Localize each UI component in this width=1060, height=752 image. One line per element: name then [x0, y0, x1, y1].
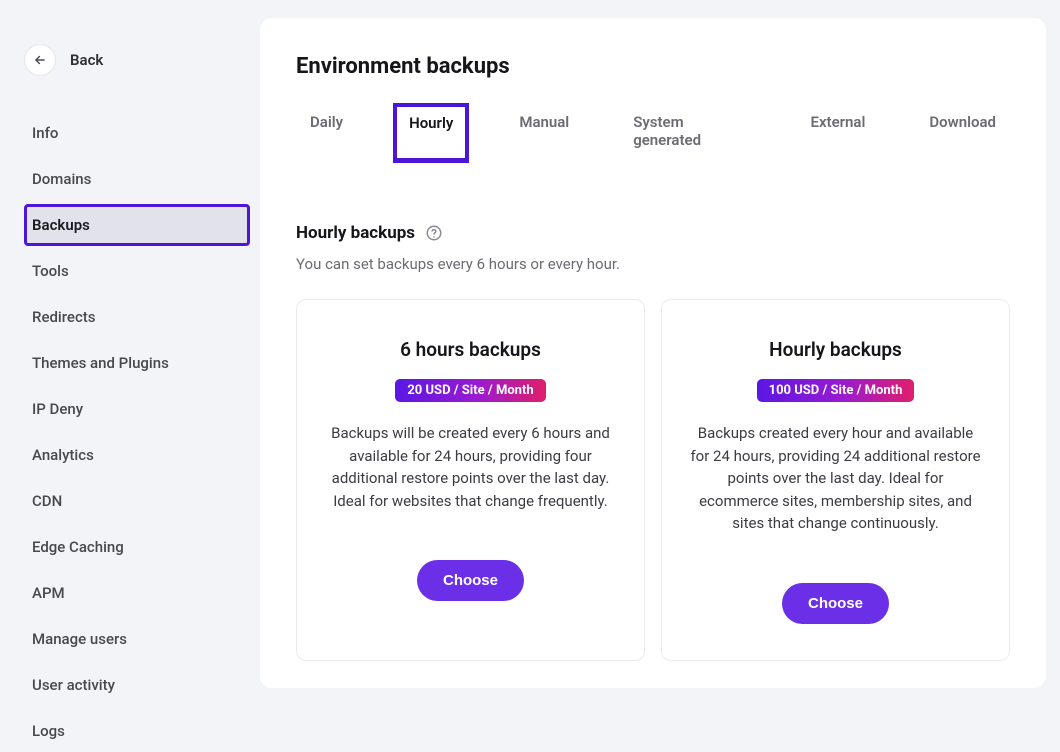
- sidebar-item-backups[interactable]: Backups: [24, 204, 250, 246]
- tab-label: Hourly: [409, 114, 453, 132]
- back-label: Back: [70, 51, 103, 69]
- choose-button[interactable]: Choose: [782, 583, 889, 624]
- sidebar-item-label: Analytics: [32, 446, 94, 464]
- sidebar-item-themes-plugins[interactable]: Themes and Plugins: [24, 342, 250, 384]
- tab-download[interactable]: Download: [915, 103, 1010, 163]
- tabs: Daily Hourly Manual System generated Ext…: [296, 103, 1010, 163]
- section-subtitle: You can set backups every 6 hours or eve…: [296, 255, 1010, 273]
- main: Environment backups Daily Hourly Manual …: [260, 0, 1060, 710]
- back-row[interactable]: Back: [24, 44, 250, 76]
- sidebar-item-logs[interactable]: Logs: [24, 710, 250, 752]
- tab-manual[interactable]: Manual: [505, 103, 583, 163]
- sidebar-item-user-activity[interactable]: User activity: [24, 664, 250, 706]
- price-badge: 100 USD / Site / Month: [757, 379, 915, 402]
- plan-title: Hourly backups: [769, 338, 902, 361]
- back-button[interactable]: [24, 44, 56, 76]
- sidebar-item-edge-caching[interactable]: Edge Caching: [24, 526, 250, 568]
- page-title: Environment backups: [296, 54, 1010, 79]
- sidebar-item-manage-users[interactable]: Manage users: [24, 618, 250, 660]
- sidebar-item-label: Domains: [32, 170, 91, 188]
- arrow-left-icon: [33, 53, 47, 67]
- plan-title: 6 hours backups: [400, 338, 541, 361]
- plans: 6 hours backups 20 USD / Site / Month Ba…: [296, 299, 1010, 661]
- price-badge: 20 USD / Site / Month: [395, 379, 545, 402]
- tab-label: External: [811, 113, 866, 131]
- tab-label: Manual: [519, 113, 569, 131]
- section-title: Hourly backups: [296, 223, 415, 243]
- plan-description: Backups will be created every 6 hours an…: [325, 422, 616, 512]
- sidebar-item-label: Backups: [32, 216, 90, 234]
- plan-description: Backups created every hour and available…: [690, 422, 981, 535]
- sidebar-nav: Info Domains Backups Tools Redirects The…: [24, 112, 250, 752]
- sidebar-item-ip-deny[interactable]: IP Deny: [24, 388, 250, 430]
- sidebar-item-label: IP Deny: [32, 400, 83, 418]
- sidebar-item-info[interactable]: Info: [24, 112, 250, 154]
- sidebar-item-label: Redirects: [32, 308, 96, 326]
- plan-6-hours: 6 hours backups 20 USD / Site / Month Ba…: [296, 299, 645, 661]
- choose-button[interactable]: Choose: [417, 560, 524, 601]
- tab-label: Download: [929, 113, 996, 131]
- sidebar-item-label: Info: [32, 124, 58, 142]
- plan-hourly: Hourly backups 100 USD / Site / Month Ba…: [661, 299, 1010, 661]
- tab-label: System generated: [633, 113, 701, 149]
- sidebar-item-redirects[interactable]: Redirects: [24, 296, 250, 338]
- sidebar-item-label: CDN: [32, 492, 62, 510]
- tab-external[interactable]: External: [797, 103, 880, 163]
- sidebar-item-apm[interactable]: APM: [24, 572, 250, 614]
- help-icon[interactable]: [425, 224, 443, 242]
- tab-label: Daily: [310, 113, 343, 131]
- sidebar: Back Info Domains Backups Tools Redirect…: [0, 0, 260, 710]
- sidebar-item-label: Logs: [32, 722, 65, 740]
- tab-system-generated[interactable]: System generated: [619, 103, 760, 163]
- sidebar-item-label: Themes and Plugins: [32, 354, 169, 372]
- sidebar-item-label: APM: [32, 584, 65, 602]
- tab-hourly[interactable]: Hourly: [393, 103, 469, 163]
- sidebar-item-domains[interactable]: Domains: [24, 158, 250, 200]
- sidebar-item-label: Edge Caching: [32, 538, 124, 556]
- sidebar-item-label: Manage users: [32, 630, 127, 648]
- section-header: Hourly backups: [296, 223, 1010, 243]
- sidebar-item-label: User activity: [32, 676, 115, 694]
- sidebar-item-analytics[interactable]: Analytics: [24, 434, 250, 476]
- sidebar-item-cdn[interactable]: CDN: [24, 480, 250, 522]
- tab-daily[interactable]: Daily: [296, 103, 357, 163]
- content-card: Environment backups Daily Hourly Manual …: [260, 18, 1046, 688]
- sidebar-item-label: Tools: [32, 262, 69, 280]
- sidebar-item-tools[interactable]: Tools: [24, 250, 250, 292]
